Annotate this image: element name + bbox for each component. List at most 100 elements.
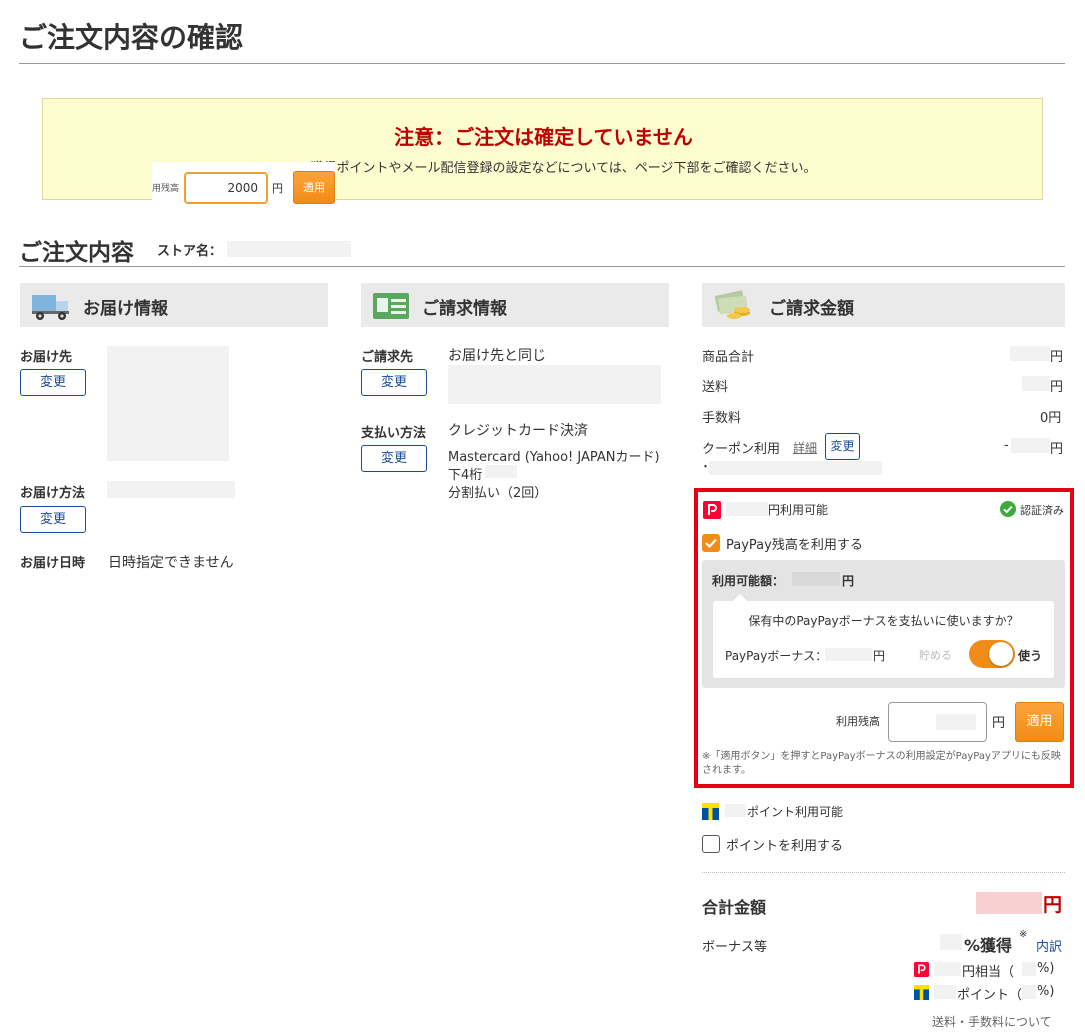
delivery-heading: お届け情報: [83, 299, 168, 319]
bonus-amount-redacted: [825, 648, 872, 661]
use-paypay-checkbox[interactable]: [702, 534, 720, 552]
store-name-redacted: [227, 241, 351, 257]
bonus-use-toggle[interactable]: [969, 640, 1015, 668]
paypay-small-icon: [914, 962, 929, 977]
amount-shipping-redacted: [1022, 376, 1050, 391]
delivery-method-label: お届け方法: [20, 486, 86, 501]
use-paypay-label[interactable]: PayPay残高を利用する: [726, 534, 863, 553]
payment-installments: 分割払い（2回）: [448, 486, 548, 501]
id-card-icon: [373, 293, 409, 319]
bonus-use-label[interactable]: 使う: [1018, 647, 1042, 664]
delivery-dest-label: お届け先: [20, 350, 73, 365]
amount-heading: ご請求金額: [769, 299, 854, 319]
coupon-change-button[interactable]: 変更: [825, 433, 860, 460]
payment-card-last4-redacted: [485, 465, 517, 478]
paypay-balance-value-redacted: [936, 714, 976, 730]
amount-row-label-subtotal: 商品合計: [702, 350, 755, 365]
delivery-dest-change-button[interactable]: 変更: [20, 369, 86, 396]
floating-balance-input[interactable]: 2000: [184, 172, 268, 204]
delivery-date-label: お届け日時: [20, 556, 86, 571]
total-label: 合計金額: [702, 898, 767, 917]
bonus-card: 保有中のPayPayボーナスを支払いに使いますか？ PayPayボーナス： 円 …: [713, 594, 1054, 678]
payment-method-change-button[interactable]: 変更: [361, 445, 427, 472]
tpoint-pct-redacted: [1022, 985, 1036, 999]
verified-text: 認証済み: [1020, 504, 1064, 517]
amount-row-value-fee: 0円: [1040, 411, 1062, 426]
coupon-prefix: -: [1004, 438, 1009, 453]
coupon-unit: 円: [1050, 442, 1064, 457]
truck-icon: [32, 295, 69, 320]
bonus-question: 保有中のPayPayボーナスを支払いに使いますか？: [748, 614, 1019, 628]
tpoint-available-text: ポイント利用可能: [747, 805, 844, 819]
coupon-label: クーポン利用: [702, 442, 781, 457]
payment-card-name: Mastercard (Yahoo! JAPANカード): [448, 450, 660, 465]
store-label: ストア名：: [157, 244, 223, 259]
tpoint-earn-redacted: [934, 985, 956, 999]
bonus-percent-text: %獲得: [964, 936, 1013, 955]
amount-section-header: ご請求金額: [702, 283, 1065, 327]
bonus-percent-sup: ※: [1019, 929, 1028, 940]
paypay-balance-unit: 円: [992, 716, 1006, 731]
floating-apply-button[interactable]: 適用: [293, 171, 335, 204]
paypay-apply-button[interactable]: 適用: [1015, 702, 1064, 742]
delivery-method-redacted: [107, 481, 235, 498]
paypay-equiv-text: 円相当（: [962, 965, 1015, 980]
tpoint-small-icon: [914, 985, 929, 1000]
total-amount-redacted: [976, 892, 1042, 914]
order-heading: ご注文内容: [19, 240, 134, 266]
usable-amount-redacted: [792, 572, 840, 586]
paypay-pct-text: %): [1037, 961, 1055, 976]
shipping-fee-note-link[interactable]: 送料・手数料について: [932, 1013, 1052, 1030]
money-icon: [714, 290, 750, 319]
tpoint-available-redacted: [725, 804, 746, 817]
payment-card-last4-label: 下4桁: [448, 468, 483, 483]
bonus-breakdown-link[interactable]: 内訳: [1036, 936, 1062, 955]
bonus-unit: 円: [873, 649, 886, 663]
coupon-amount-redacted: [1011, 438, 1050, 453]
tpoint-logo-icon: [702, 803, 719, 820]
tpoint-pct-text: %): [1037, 984, 1055, 999]
paypay-logo-icon: [703, 501, 721, 519]
title-divider: [19, 63, 1065, 64]
delivery-method-change-button[interactable]: 変更: [20, 506, 86, 533]
total-divider: [702, 872, 1065, 873]
use-tpoint-checkbox[interactable]: [702, 835, 720, 853]
floating-balance-label: 用残高: [152, 184, 180, 194]
usable-amount-unit: 円: [842, 574, 855, 588]
coupon-detail-link[interactable]: 詳細: [793, 439, 817, 456]
payment-method-label: 支払い方法: [361, 426, 427, 441]
floating-balance-widget: 用残高 2000 円 適用: [152, 162, 336, 204]
paypay-pct-redacted: [1022, 962, 1036, 976]
delivery-date-value: 日時指定できません: [108, 555, 234, 571]
usable-amount-label: 利用可能額：: [712, 574, 785, 588]
floating-balance-unit: 円: [272, 182, 283, 195]
paypay-balance-label: 利用残高: [836, 715, 880, 728]
tpoint-earn-text: ポイント（: [957, 988, 1023, 1003]
order-divider: [19, 266, 1065, 267]
billing-heading: ご請求情報: [422, 299, 507, 319]
billing-address-value: お届け先と同じ: [448, 348, 546, 364]
amount-row-label-fee: 手数料: [702, 411, 742, 426]
billing-section-header: ご請求情報: [361, 283, 669, 327]
coupon-name-redacted: [709, 461, 882, 475]
paypay-balance-input[interactable]: [888, 702, 987, 742]
amount-row-label-shipping: 送料: [702, 380, 729, 395]
paypay-available-redacted: [726, 502, 768, 516]
use-tpoint-label[interactable]: ポイントを利用する: [726, 835, 843, 854]
delivery-section-header: お届け情報: [20, 283, 328, 327]
bonus-label: PayPayボーナス：: [725, 649, 828, 663]
paypay-usable-panel: 利用可能額： 円 保有中のPayPayボーナスを支払いに使いますか？ PayPa…: [702, 560, 1065, 688]
checkmark-icon: [705, 538, 717, 549]
delivery-address-redacted: [107, 346, 229, 461]
verified-check-icon: [1000, 501, 1016, 517]
bonus-total-label: ボーナス等: [702, 940, 768, 955]
payment-method-value: クレジットカード決済: [448, 423, 588, 439]
billing-address-change-button[interactable]: 変更: [361, 369, 427, 396]
amount-row-value-subtotal: 円: [1050, 350, 1064, 365]
amount-row-value-shipping: 円: [1050, 380, 1064, 395]
bonus-save-label[interactable]: 貯める: [919, 647, 952, 663]
billing-address-label: ご請求先: [361, 350, 414, 365]
total-unit: 円: [1043, 894, 1063, 916]
notice-title: 注意：ご注文は確定していません: [394, 125, 693, 149]
paypay-equiv-redacted: [934, 962, 961, 976]
